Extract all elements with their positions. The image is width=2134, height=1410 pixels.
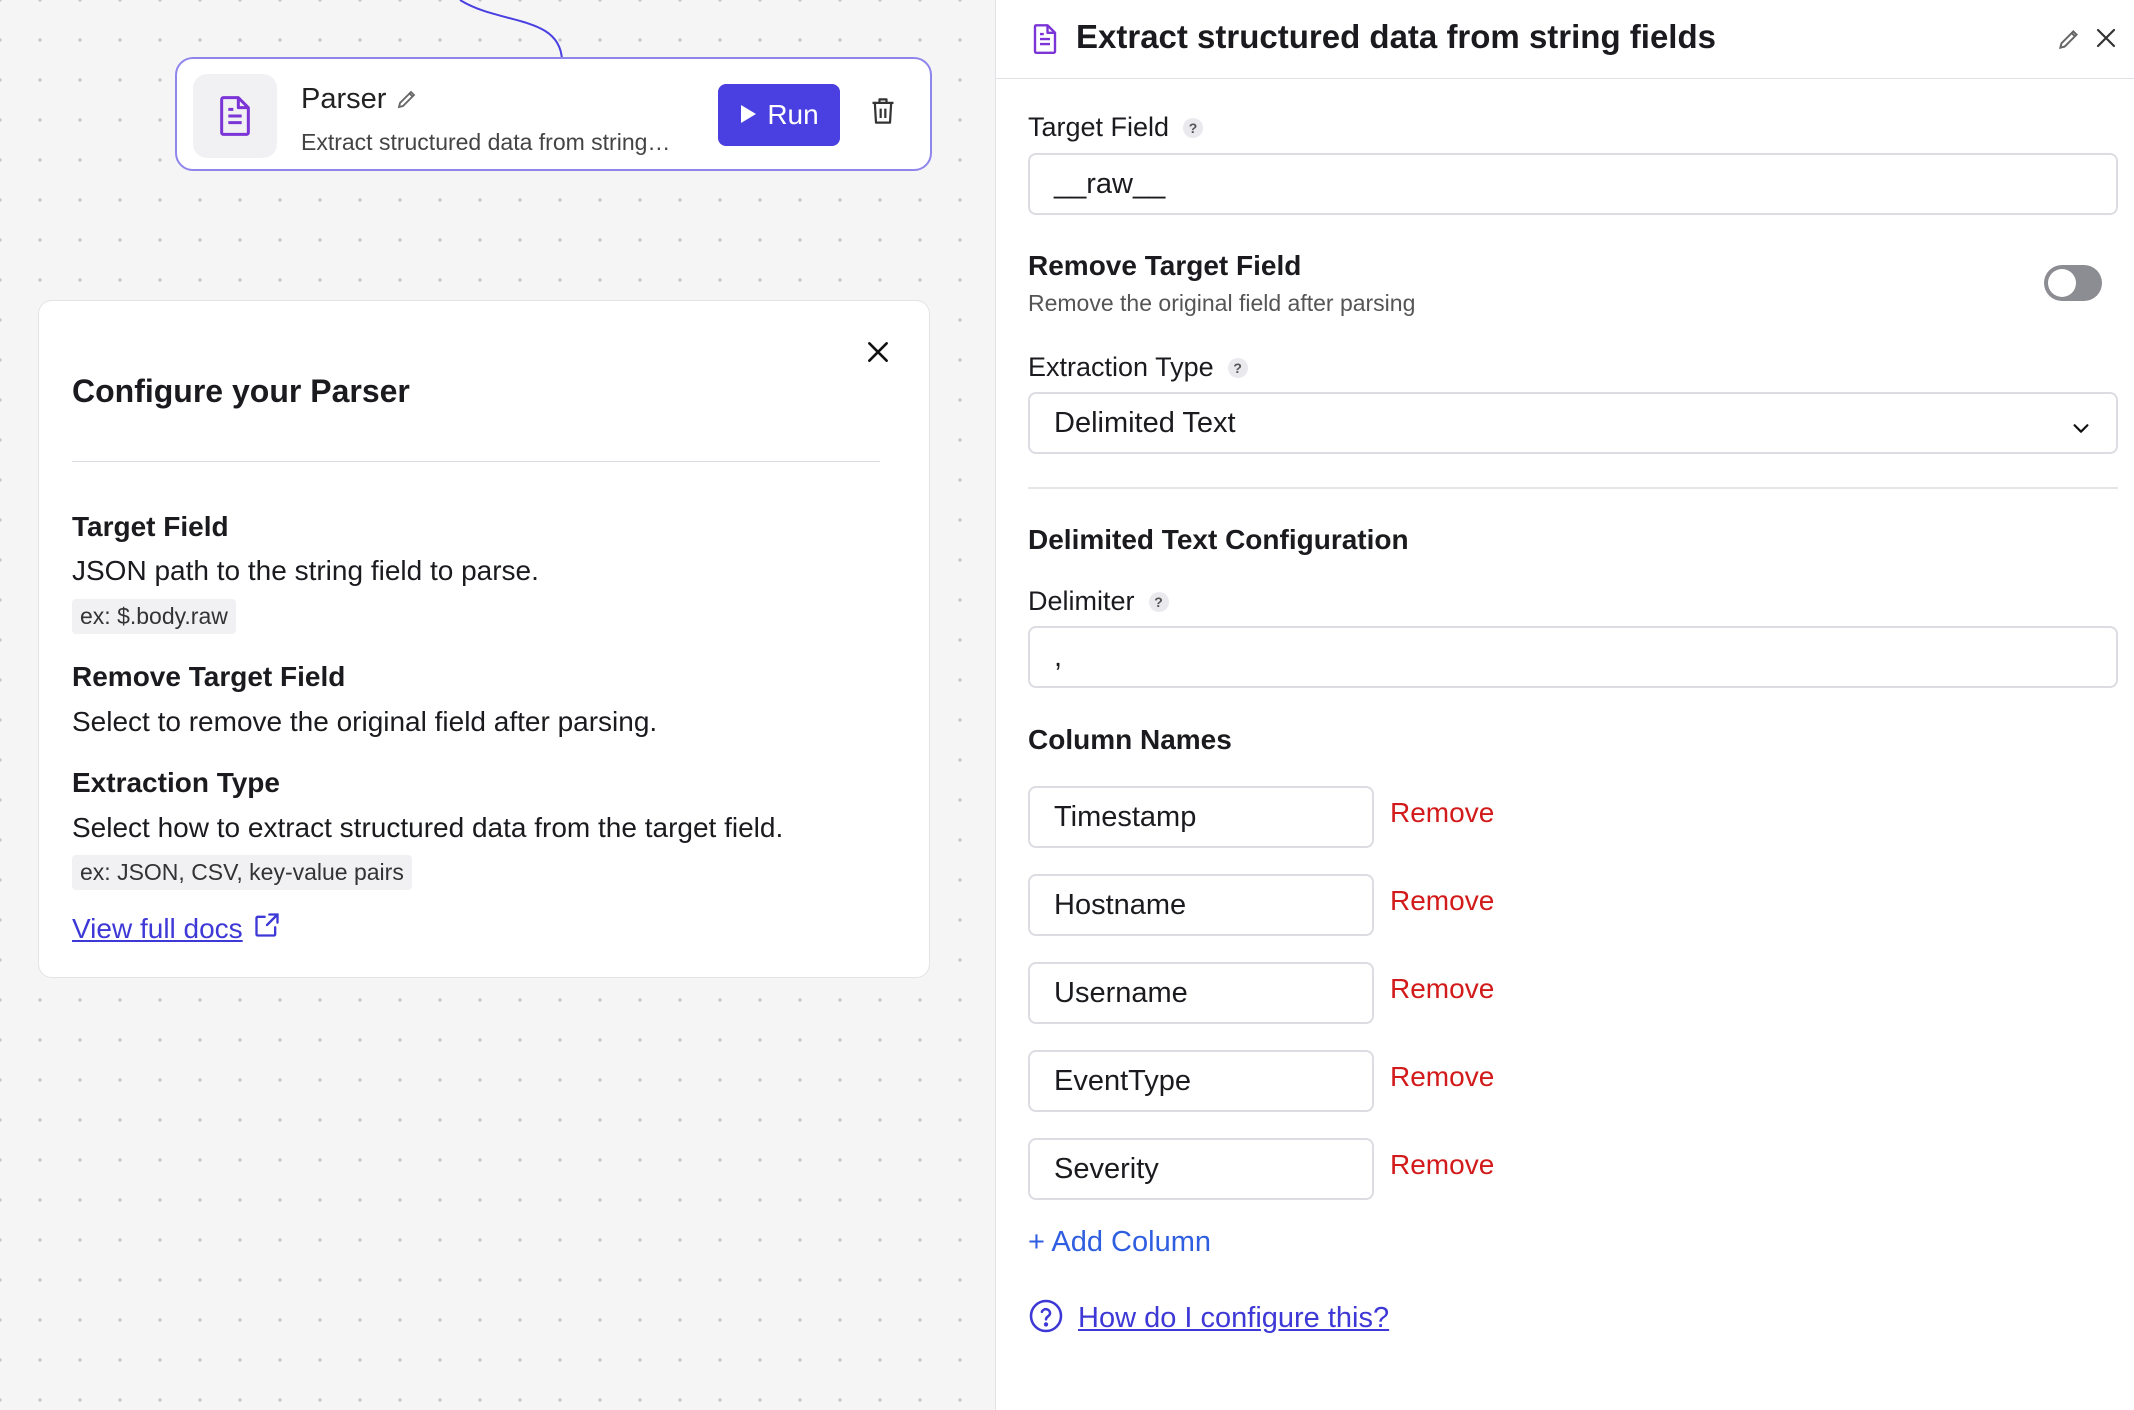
document-icon xyxy=(193,74,277,158)
help-panel: Configure your Parser Target Field JSON … xyxy=(38,300,930,978)
column-name-input[interactable]: Hostname xyxy=(1028,874,1374,936)
how-to-configure-label: How do I configure this? xyxy=(1078,1302,1390,1334)
node-title: Parser xyxy=(301,83,387,115)
help-heading-extraction-type: Extraction Type xyxy=(72,767,280,798)
help-example-target-field: ex: $.body.raw xyxy=(72,599,236,634)
how-to-configure-link[interactable]: How do I configure this? xyxy=(1028,1298,1389,1339)
add-column-button[interactable]: + Add Column xyxy=(1028,1226,1211,1259)
target-field-value: __raw__ xyxy=(1054,167,1166,200)
delimiter-input[interactable]: , xyxy=(1028,626,2118,688)
help-example-extraction-type: ex: JSON, CSV, key-value pairs xyxy=(72,855,412,890)
help-question-icon[interactable]: ? xyxy=(1227,357,1248,378)
parser-node[interactable]: Parser Extract structured data from stri… xyxy=(175,57,932,171)
delimiter-value: , xyxy=(1054,640,1063,673)
remove-target-toggle[interactable] xyxy=(2044,265,2102,301)
column-name-input[interactable]: Username xyxy=(1028,962,1374,1024)
question-circle-icon xyxy=(1028,1298,1064,1339)
close-icon[interactable] xyxy=(865,339,891,370)
trash-icon[interactable] xyxy=(869,95,897,132)
column-name-value: Username xyxy=(1054,976,1188,1009)
remove-column-button[interactable]: Remove xyxy=(1390,885,1494,917)
column-name-value: Severity xyxy=(1054,1152,1159,1185)
column-name-input[interactable]: EventType xyxy=(1028,1050,1374,1112)
column-name-value: Timestamp xyxy=(1054,800,1197,833)
view-docs-label: View full docs xyxy=(72,912,243,944)
view-docs-link[interactable]: View full docs xyxy=(72,911,281,946)
column-name-value: EventType xyxy=(1054,1064,1192,1097)
edge-connector xyxy=(459,0,563,60)
close-icon[interactable] xyxy=(2094,26,2118,55)
remove-column-button[interactable]: Remove xyxy=(1390,1149,1494,1181)
help-text-remove-target: Select to remove the original field afte… xyxy=(72,706,658,737)
play-icon xyxy=(739,99,757,131)
extraction-type-select[interactable]: Delimited Text xyxy=(1028,392,2118,454)
node-description: Extract structured data from string… xyxy=(301,129,671,155)
help-question-icon[interactable]: ? xyxy=(1148,591,1169,612)
target-field-input[interactable]: __raw__ xyxy=(1028,153,2118,215)
column-name-input[interactable]: Severity xyxy=(1028,1138,1374,1200)
delimiter-label: Delimiter ? xyxy=(1028,586,1169,617)
extraction-type-label-text: Extraction Type xyxy=(1028,352,1214,382)
target-field-label: Target Field ? xyxy=(1028,112,1204,143)
divider xyxy=(1028,487,2118,489)
panel-header: Extract structured data from string fiel… xyxy=(996,0,2134,79)
remove-column-button[interactable]: Remove xyxy=(1390,973,1494,1005)
edit-pencil-icon[interactable] xyxy=(395,87,419,116)
workflow-canvas[interactable]: Parser Extract structured data from stri… xyxy=(0,0,995,1410)
edit-pencil-icon[interactable] xyxy=(2056,26,2082,57)
column-name-input[interactable]: Timestamp xyxy=(1028,786,1374,848)
remove-column-button[interactable]: Remove xyxy=(1390,797,1494,829)
column-names-label: Column Names xyxy=(1028,724,1232,755)
remove-target-sublabel: Remove the original field after parsing xyxy=(1028,290,1416,316)
target-field-label-text: Target Field xyxy=(1028,112,1170,142)
toggle-knob xyxy=(2048,269,2076,297)
section-title: Delimited Text Configuration xyxy=(1028,524,1409,555)
panel-title: Extract structured data from string fiel… xyxy=(1076,18,1716,55)
help-text-target-field: JSON path to the string field to parse. xyxy=(72,555,539,586)
help-title: Configure your Parser xyxy=(72,373,410,409)
config-panel: Extract structured data from string fiel… xyxy=(995,0,2134,1410)
help-heading-target-field: Target Field xyxy=(72,511,229,542)
run-button-label: Run xyxy=(767,99,819,130)
document-icon xyxy=(1030,22,1060,61)
external-link-icon xyxy=(253,911,281,946)
column-name-value: Hostname xyxy=(1054,888,1187,921)
help-heading-remove-target: Remove Target Field xyxy=(72,661,346,692)
help-question-icon[interactable]: ? xyxy=(1183,117,1204,138)
delimiter-label-text: Delimiter xyxy=(1028,586,1135,616)
divider xyxy=(72,461,880,462)
remove-target-label: Remove Target Field xyxy=(1028,250,1302,281)
run-button[interactable]: Run xyxy=(718,84,840,146)
extraction-type-label: Extraction Type ? xyxy=(1028,352,1248,383)
extraction-type-value: Delimited Text xyxy=(1054,406,1236,439)
chevron-down-icon xyxy=(2070,414,2092,447)
help-text-extraction-type: Select how to extract structured data fr… xyxy=(72,812,784,843)
remove-column-button[interactable]: Remove xyxy=(1390,1061,1494,1093)
